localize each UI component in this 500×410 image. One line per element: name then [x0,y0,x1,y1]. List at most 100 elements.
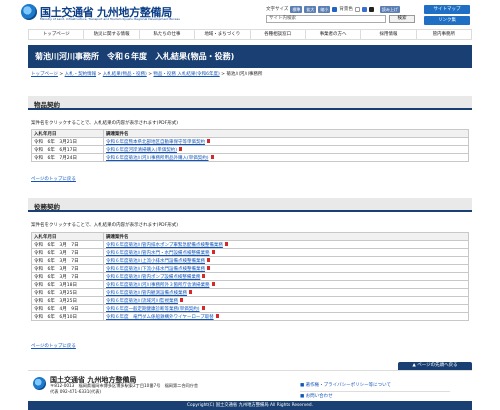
breadcrumb-year[interactable]: 物品・役務 入札結果(令和6年度) [153,72,219,77]
row-date: 令和 6年 6月10日 [31,312,104,321]
row-name-link[interactable]: 令和６年度菊池川管内観測設備点検業務 [103,288,469,297]
row-name-link[interactable]: 令和６年度菊池川管内水門・水門設備点検整備業務 [103,248,469,257]
copyright-bar: Copyright(C) 国土交通省 九州地方整備局 All Rights Re… [28,401,472,410]
accessibility-tools: 文字サイズ 標準 拡大 縮小 背景色 読み上げ [266,5,400,13]
mlit-logo-icon[interactable] [21,4,37,20]
pdf-icon [207,266,210,270]
col-header-date: 入札年月日 [31,232,104,241]
breadcrumb-separator: > [59,72,64,77]
row-date: 令和 6年 7月24日 [31,153,104,162]
pdf-icon [201,306,205,310]
row-date: 令和 6年 3月21日 [31,137,104,146]
page-top-button[interactable]: ▲ ページの先頭へ戻る [398,362,472,370]
site-search: サイト内検索 検索 [266,15,415,23]
pdf-icon [224,242,228,246]
text-size-label: 文字サイズ [266,7,289,12]
nav-item-disaster[interactable]: 防災に関する情報 [84,30,140,39]
row-name-link[interactable]: 令和６年度菊池川河川事務所用品外購入(単価契約) [103,153,469,162]
global-nav: トップページ 防災に関する情報 私たちの仕事 地域・まちづくり 各種相談窓口 事… [28,29,472,40]
row-name-link[interactable]: 令和６年度菊池川下流小排水門設備点検整備業務 [103,264,469,273]
section-note-goods: 案件名をクリックすることで、入札結果の内容が表示されます(PDF形式) [31,121,178,126]
table-row: 令和 6年 3月25日 令和６年度菊池川管内観測設備点検業務 [31,288,469,297]
site-logo-subtitle: Ministry of Land, Infrastructure, Transp… [40,17,181,21]
site-header: 国土交通省 九州地方整備局 Ministry of Land, Infrastr… [0,0,500,28]
nav-item-work[interactable]: 私たちの仕事 [140,30,196,39]
row-name-link[interactable]: 令和６年度菊池川流域河川監視業務 [103,296,469,305]
breadcrumb-top[interactable]: トップページ [31,72,58,77]
page-title: 菊池川河川事務所 令和６年度 入札結果(物品・役務) [35,52,235,61]
table-row: 令和 6年 3月 7日 令和６年度菊池川管内ポンプ設備点検整備業務 [31,272,469,281]
row-name-link[interactable]: 令和６年度菊池川河川事務所外３箇所庁舎清掃業務 [103,280,469,289]
table-row: 令和 6年 3月 7日 令和６年度菊池川上流小排水門設備点検整備業務 [31,256,469,265]
links-button[interactable]: リンク集 [424,16,470,25]
bg-color-black-icon[interactable] [368,6,374,12]
pdf-icon [207,139,210,143]
bg-color-label: 背景色 [339,7,353,12]
breadcrumb-bid-info[interactable]: 入札・契約情報 [65,72,97,77]
nav-item-community[interactable]: 地域・まちづくり [195,30,251,39]
footer-contact-link[interactable]: ■ お問い合わせ [300,391,450,399]
row-date: 令和 6年 6月17日 [31,145,104,154]
text-size-small-button[interactable]: 縮小 [318,5,331,13]
nav-item-recruit[interactable]: 採用情報 [361,30,417,39]
nav-item-offices[interactable]: 管内事務所 [417,30,472,39]
pdf-icon [211,250,215,254]
pdf-icon [210,155,214,159]
table-row: 令和 6年 6月17日 令和６年度河岸清掃購入(単価契約) [31,145,469,154]
row-date: 令和 6年 3月 7日 [31,264,104,273]
pdf-icon [189,290,192,294]
row-date: 令和 6年 3月25日 [31,296,104,305]
table-row: 令和 6年 6月10日 令和６年度 竜門ダム係船鉄構外ワイヤーロープ取替 [31,312,469,321]
pdf-icon [179,147,183,151]
row-name-link[interactable]: 令和６年度 竜門ダム係船鉄構外ワイヤーロープ取替 [103,312,469,321]
nav-item-top[interactable]: トップページ [28,30,85,39]
breadcrumb-separator: > [97,72,102,77]
row-name-link[interactable]: 令和６年度一般定期健康診断等業務(単価契約) [103,304,469,313]
breadcrumb: トップページ > 入札・契約情報 > 入札結果(物品・役務) > 物品・役務 入… [31,72,331,79]
table-row: 令和 6年 3月21日 令和６年度熊本県北部地区自動車保守等単価契約 [31,137,469,146]
row-name-link[interactable]: 令和６年度菊池川上流小排水門設備点検整備業務 [103,256,469,265]
table-row: 令和 6年 7月24日 令和６年度菊池川河川事務所用品外購入(単価契約) [31,153,469,162]
nav-item-consultation[interactable]: 各種相談窓口 [251,30,306,39]
section-title-services: 役務契約 [34,203,60,211]
search-button[interactable]: 検索 [389,15,415,23]
text-size-standard-button[interactable]: 標準 [290,5,303,13]
back-to-top-link[interactable]: ページのトップに戻る [31,176,76,182]
back-to-top-link[interactable]: ページのトップに戻る [31,343,76,349]
section-heading-goods: 物品契約 [28,96,472,110]
footer-policy-link[interactable]: ■ 著作権・プライバシーポリシー等について [300,382,450,388]
pdf-icon [211,282,215,286]
bg-color-blue-icon[interactable] [361,6,367,12]
row-name-link[interactable]: 令和６年度菊池川管内排水ポンプ車緊急配備点検整備業務 [103,240,469,249]
breadcrumb-results[interactable]: 入札結果(物品・役務) [103,72,147,77]
services-results-table: 入札年月日 調達案件名 令和 6年 3月 7日 令和６年度菊池川管内排水ポンプ車… [31,232,469,321]
table-row: 令和 6年 3月 7日 令和６年度菊池川管内排水ポンプ車緊急配備点検整備業務 [31,240,469,249]
search-input[interactable]: サイト内検索 [266,15,386,23]
row-date: 令和 6年 3月18日 [31,280,104,289]
goods-results-table: 入札年月日 調達案件名 令和 6年 3月21日 令和６年度熊本県北部地区自動車保… [31,129,469,162]
table-row: 令和 6年 3月25日 令和６年度菊池川流域河川監視業務 [31,296,469,305]
table-row: 令和 6年 3月 7日 令和６年度菊池川下流小排水門設備点検整備業務 [31,264,469,273]
row-date: 令和 6年 3月 7日 [31,272,104,281]
row-name-link[interactable]: 令和６年度河岸清掃購入(単価契約) [103,145,469,154]
pdf-icon [180,298,183,302]
row-date: 令和 6年 3月 7日 [31,240,104,249]
table-row: 令和 6年 4月 9日 令和６年度一般定期健康診断等業務(単価契約) [31,304,469,313]
footer-tel: 代表 092-471-6331(代表) [50,389,102,394]
breadcrumb-separator: > [148,72,152,77]
read-aloud-button[interactable]: 読み上げ [379,5,400,13]
section-title-goods: 物品契約 [34,101,60,109]
bg-color-checkbox-icon[interactable] [332,6,338,12]
text-size-large-button[interactable]: 拡大 [304,5,317,13]
pdf-icon [202,274,206,278]
col-header-name: 調達案件名 [103,129,469,138]
row-date: 令和 6年 4月 9日 [31,304,104,313]
page-title-bar: 菊池川河川事務所 令和６年度 入札結果(物品・役務) [28,45,472,68]
bg-color-white-icon[interactable] [354,6,360,12]
row-name-link[interactable]: 令和６年度熊本県北部地区自動車保守等単価契約 [103,137,469,146]
section-heading-services: 役務契約 [28,198,472,212]
breadcrumb-current: 菊池川河川事務所 [226,72,263,77]
nav-item-business[interactable]: 事業者の方へ [306,30,362,39]
sitemap-button[interactable]: サイトマップ [424,5,470,14]
row-name-link[interactable]: 令和６年度菊池川管内ポンプ設備点検整備業務 [103,272,469,281]
